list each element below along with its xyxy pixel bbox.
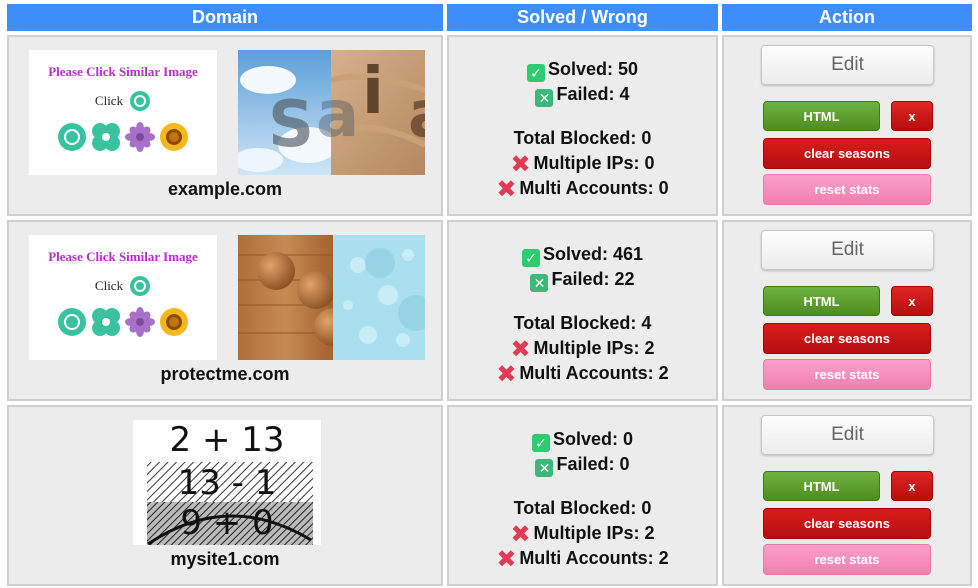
red-cross-icon: ✖ xyxy=(510,151,531,178)
captcha-letter-3: i xyxy=(362,55,384,129)
flower-option-2-icon[interactable] xyxy=(91,122,121,152)
header-domain: Domain xyxy=(7,4,443,31)
captcha-image-tiles: S a i a xyxy=(238,50,425,175)
domain-cell-row-1: Please Click Similar Image Click S a i e… xyxy=(7,35,443,216)
header-action: Action xyxy=(722,4,972,31)
delete-button[interactable]: x xyxy=(891,286,933,316)
captcha-prompt-title: Please Click Similar Image xyxy=(48,249,198,264)
captcha-letter-1: S xyxy=(268,88,315,162)
captcha-domain-table: Domain Solved / Wrong Action Please Clic… xyxy=(0,0,978,588)
multiple-ips-stat: ✖ Multiple IPs: 2 xyxy=(510,336,655,363)
flower-option-1-icon[interactable] xyxy=(57,307,87,337)
target-flower-icon xyxy=(130,276,151,296)
flower-option-3-icon[interactable] xyxy=(125,307,155,337)
domain-cell-row-3: 2 + 13 13 - 1 9 + 0 mysite1.com xyxy=(7,405,443,586)
captcha-letter-2: a xyxy=(316,78,360,152)
flower-option-2-icon[interactable] xyxy=(91,307,121,337)
delete-button[interactable]: x xyxy=(891,471,933,501)
domain-name: mysite1.com xyxy=(170,549,280,569)
solved-stat: ✓ Solved: 0 xyxy=(449,427,716,452)
x-box-icon: ✕ xyxy=(535,459,554,477)
multiple-ips-stat: ✖ Multiple IPs: 2 xyxy=(510,521,655,548)
edit-button[interactable]: Edit xyxy=(761,230,934,270)
action-cell-row-1: Edit HTML x clear seasons reset stats xyxy=(722,35,972,216)
captcha-preview-image-match: Please Click Similar Image Click xyxy=(29,235,217,360)
total-blocked-stat: Total Blocked: 0 xyxy=(513,498,652,518)
check-box-icon: ✓ xyxy=(526,64,545,82)
red-cross-icon: ✖ xyxy=(510,521,531,548)
captcha-preview-image-match: Please Click Similar Image Click xyxy=(29,50,217,175)
edit-button[interactable]: Edit xyxy=(761,415,934,455)
captcha-click-label: Click xyxy=(94,93,124,108)
red-cross-icon: ✖ xyxy=(510,336,531,363)
multi-accounts-stat: ✖ Multi Accounts: 2 xyxy=(496,546,669,573)
math-line-1: 2 + 13 xyxy=(169,420,285,460)
total-blocked-stat: Total Blocked: 0 xyxy=(513,128,652,148)
math-line-2: 13 - 1 xyxy=(177,463,277,503)
captcha-options xyxy=(29,307,217,337)
stats-cell-row-3: ✓ Solved: 0 ✕ Failed: 0 Total Blocked: 0 ✖… xyxy=(447,405,718,586)
clear-seasons-button[interactable]: clear seasons xyxy=(763,508,931,539)
target-flower-icon xyxy=(130,91,151,111)
header-solved-wrong: Solved / Wrong xyxy=(447,4,718,31)
multi-accounts-stat: ✖ Multi Accounts: 2 xyxy=(496,361,669,388)
reset-stats-button[interactable]: reset stats xyxy=(763,174,931,205)
red-cross-icon: ✖ xyxy=(496,176,517,203)
red-cross-icon: ✖ xyxy=(496,361,517,388)
action-cell-row-2: Edit HTML x clear seasons reset stats xyxy=(722,220,972,401)
math-line-3: 9 + 0 xyxy=(180,503,274,543)
stats-cell-row-2: ✓ Solved: 461 ✕ Failed: 22 Total Blocked: … xyxy=(447,220,718,401)
x-box-icon: ✕ xyxy=(530,274,549,292)
solved-stat: ✓ Solved: 50 xyxy=(449,57,716,82)
domain-cell-row-2: Please Click Similar Image Click protect… xyxy=(7,220,443,401)
domain-name: example.com xyxy=(167,179,283,199)
captcha-preview-math: 2 + 13 13 - 1 9 + 0 xyxy=(133,420,321,545)
domain-name: protectme.com xyxy=(160,364,290,384)
total-blocked-stat: Total Blocked: 4 xyxy=(513,313,652,333)
flower-option-4-icon[interactable] xyxy=(159,307,189,337)
flower-option-3-icon[interactable] xyxy=(125,122,155,152)
check-box-icon: ✓ xyxy=(531,434,550,452)
captcha-letter-4: a xyxy=(408,78,425,152)
reset-stats-button[interactable]: reset stats xyxy=(763,544,931,575)
edit-button[interactable]: Edit xyxy=(761,45,934,85)
clear-seasons-button[interactable]: clear seasons xyxy=(763,138,931,169)
delete-button[interactable]: x xyxy=(891,101,933,131)
check-box-icon: ✓ xyxy=(521,249,540,267)
clear-seasons-button[interactable]: clear seasons xyxy=(763,323,931,354)
x-box-icon: ✕ xyxy=(535,89,554,107)
multi-accounts-stat: ✖ Multi Accounts: 0 xyxy=(496,176,669,203)
captcha-click-prompt: Click xyxy=(29,275,217,297)
failed-stat: ✕ Failed: 4 xyxy=(449,82,716,107)
flower-option-4-icon[interactable] xyxy=(159,122,189,152)
captcha-image-tiles xyxy=(238,235,425,360)
html-button[interactable]: HTML xyxy=(763,471,880,501)
flower-option-1-icon[interactable] xyxy=(57,122,87,152)
captcha-options xyxy=(29,122,217,152)
failed-stat: ✕ Failed: 22 xyxy=(449,267,716,292)
reset-stats-button[interactable]: reset stats xyxy=(763,359,931,390)
red-cross-icon: ✖ xyxy=(496,546,517,573)
action-cell-row-3: Edit HTML x clear seasons reset stats xyxy=(722,405,972,586)
html-button[interactable]: HTML xyxy=(763,286,880,316)
captcha-click-label: Click xyxy=(94,278,124,293)
multiple-ips-stat: ✖ Multiple IPs: 0 xyxy=(510,151,655,178)
solved-stat: ✓ Solved: 461 xyxy=(449,242,716,267)
failed-stat: ✕ Failed: 0 xyxy=(449,452,716,477)
html-button[interactable]: HTML xyxy=(763,101,880,131)
captcha-prompt-title: Please Click Similar Image xyxy=(48,64,198,79)
stats-cell-row-1: ✓ Solved: 50 ✕ Failed: 4 Total Blocked: 0 … xyxy=(447,35,718,216)
captcha-click-prompt: Click xyxy=(29,90,217,112)
